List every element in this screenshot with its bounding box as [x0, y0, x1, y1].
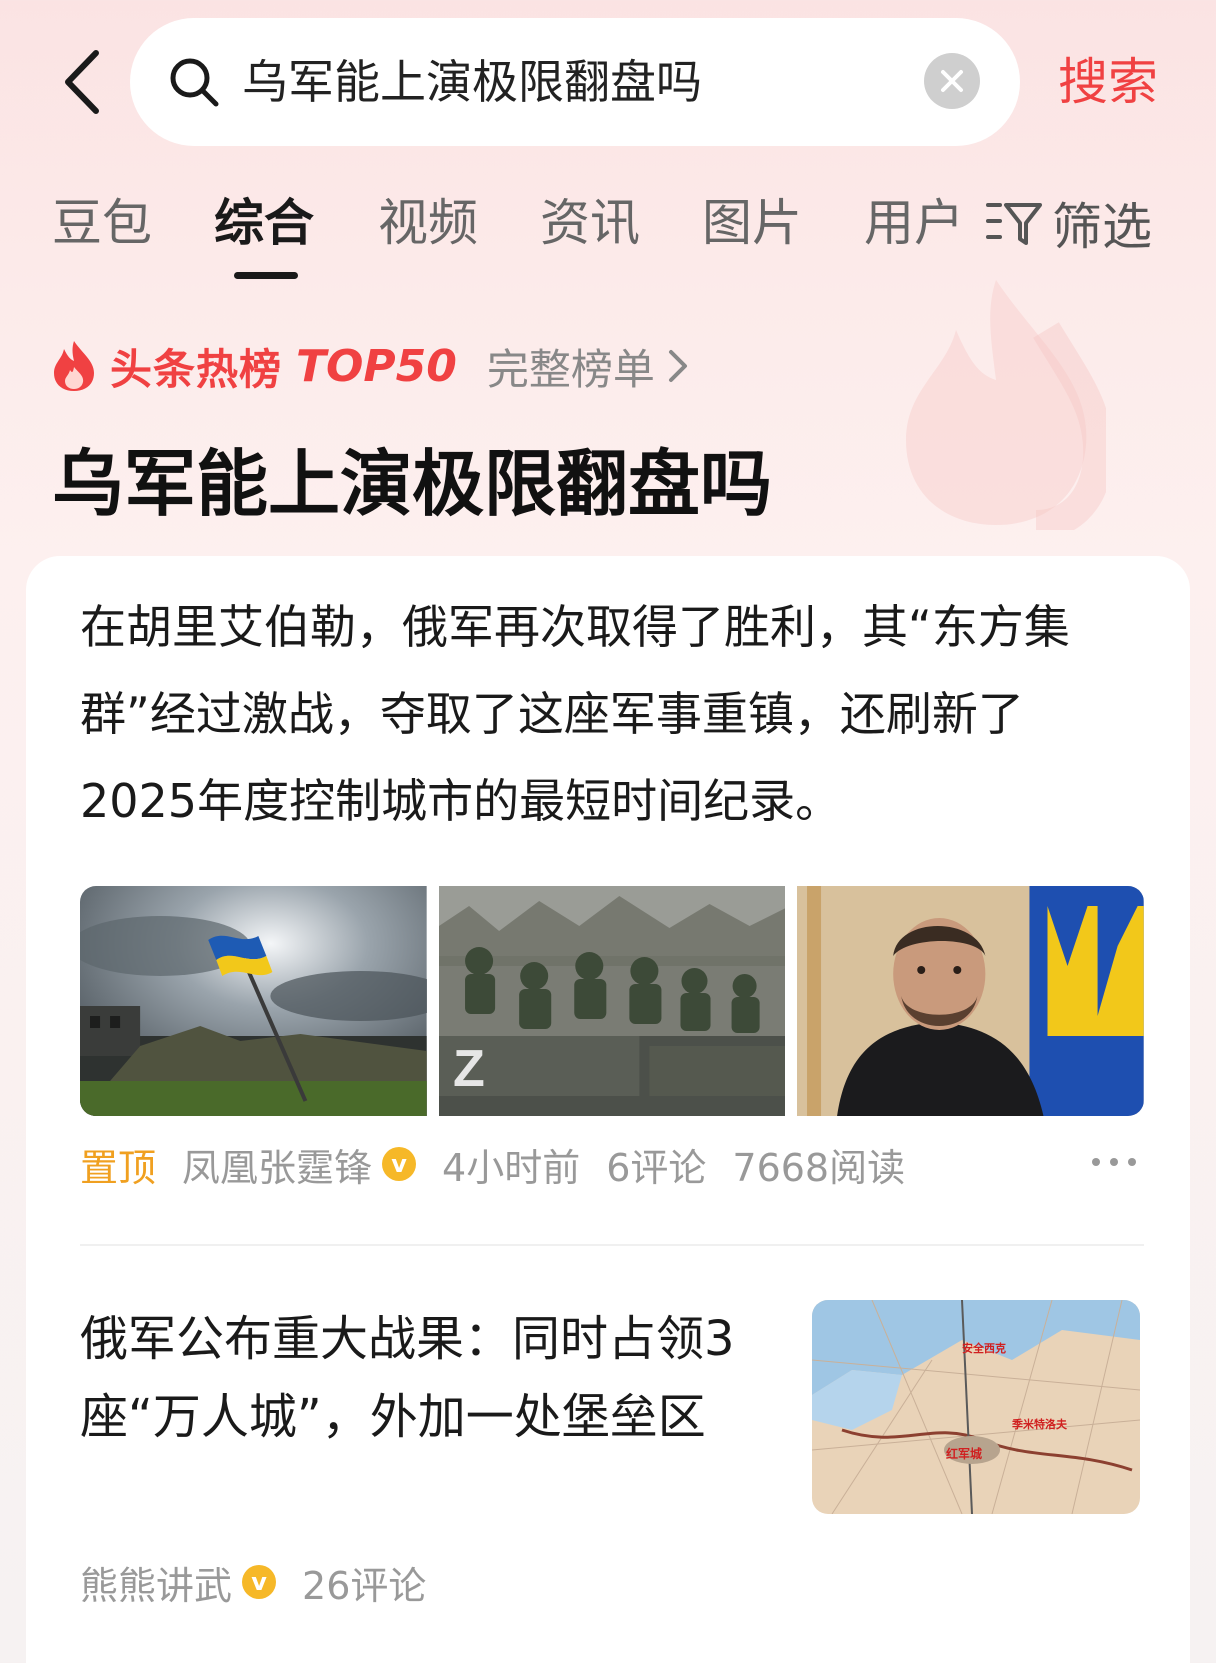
clear-search-button[interactable]	[924, 53, 980, 109]
article-2-text[interactable]: 俄军公布重大战果：同时占领3座“万人城”，外加一处堡垒区	[80, 1300, 740, 1456]
svg-text:Z: Z	[453, 1040, 485, 1098]
map-label-1: 安全西克	[962, 1341, 1006, 1355]
back-button[interactable]	[52, 42, 112, 122]
hot-list-link[interactable]: 头条热榜 TOP50 完整榜单	[52, 336, 689, 396]
map-thumbnail[interactable]: 安全西克 季米特洛夫 红军城	[812, 1300, 1140, 1514]
fire-icon	[54, 341, 94, 391]
chevron-right-icon	[668, 350, 687, 382]
author-name[interactable]: 凤凰张霆锋	[182, 1137, 372, 1192]
pinned-badge: 置顶	[80, 1145, 157, 1190]
more-dot-icon	[1092, 1158, 1100, 1166]
tab-doubao[interactable]: 豆包	[52, 188, 152, 258]
hot-list-rank: TOP50	[296, 340, 457, 392]
tab-images[interactable]: 图片	[702, 188, 802, 258]
flame-watermark-icon	[906, 280, 1106, 530]
comment-count: 26评论	[302, 1563, 427, 1608]
author-name[interactable]: 熊熊讲武	[80, 1555, 232, 1610]
search-icon	[170, 58, 219, 107]
map-label-2: 季米特洛夫	[1011, 1417, 1068, 1431]
filter-label: 筛选	[1052, 198, 1152, 256]
flag-ruins-image[interactable]	[80, 886, 427, 1116]
tab-news[interactable]: 资讯	[540, 188, 640, 258]
filter-button[interactable]: 筛选	[986, 188, 1152, 258]
soldiers-vehicle-image[interactable]: Z	[438, 886, 786, 1116]
more-options-button[interactable]	[1092, 1152, 1136, 1172]
topic-title[interactable]: 乌军能上演极限翻盘吗	[52, 425, 772, 530]
more-dot-icon	[1128, 1158, 1136, 1166]
search-box[interactable]: 乌军能上演极限翻盘吗	[130, 18, 1020, 146]
filter-icon	[986, 203, 1042, 245]
article-2-meta: 熊熊讲武 v 26评论	[80, 1556, 426, 1608]
more-dot-icon	[1110, 1158, 1118, 1166]
tab-bar: 豆包 综合 视频 资讯 图片 用户 筛选	[0, 188, 1216, 279]
tab-all[interactable]: 综合	[214, 188, 314, 258]
verified-badge-icon: v	[242, 1565, 277, 1599]
active-tab-indicator	[234, 272, 298, 279]
hot-list-title: 头条热榜	[110, 344, 283, 394]
tab-video[interactable]: 视频	[378, 188, 478, 258]
back-arrow-icon	[65, 50, 99, 114]
close-icon	[941, 70, 963, 92]
tab-users[interactable]: 用户	[864, 188, 964, 258]
search-button[interactable]: 搜索	[1058, 42, 1158, 122]
full-list-link[interactable]: 完整榜单	[487, 336, 655, 397]
portrait-image[interactable]	[797, 886, 1145, 1116]
post-time: 4小时前	[442, 1145, 581, 1190]
article-1-meta: 置顶 凤凰张霆锋 v 4小时前 6评论 7668阅读	[80, 1138, 905, 1190]
article-1-text[interactable]: 在胡里艾伯勒，俄军再次取得了胜利，其“东方集群”经过激战，夺取了这座军事重镇，还…	[80, 584, 1130, 845]
verified-badge-icon: v	[382, 1147, 417, 1181]
comment-count: 6评论	[606, 1145, 707, 1190]
divider	[80, 1244, 1144, 1246]
results-card: 在胡里艾伯勒，俄军再次取得了胜利，其“东方集群”经过激战，夺取了这座军事重镇，还…	[26, 556, 1190, 1663]
map-label-3: 红军城	[946, 1446, 982, 1461]
read-count: 7668阅读	[732, 1145, 906, 1190]
article-1-images[interactable]: Z	[80, 886, 1145, 1116]
search-input[interactable]: 乌军能上演极限翻盘吗	[242, 18, 702, 146]
